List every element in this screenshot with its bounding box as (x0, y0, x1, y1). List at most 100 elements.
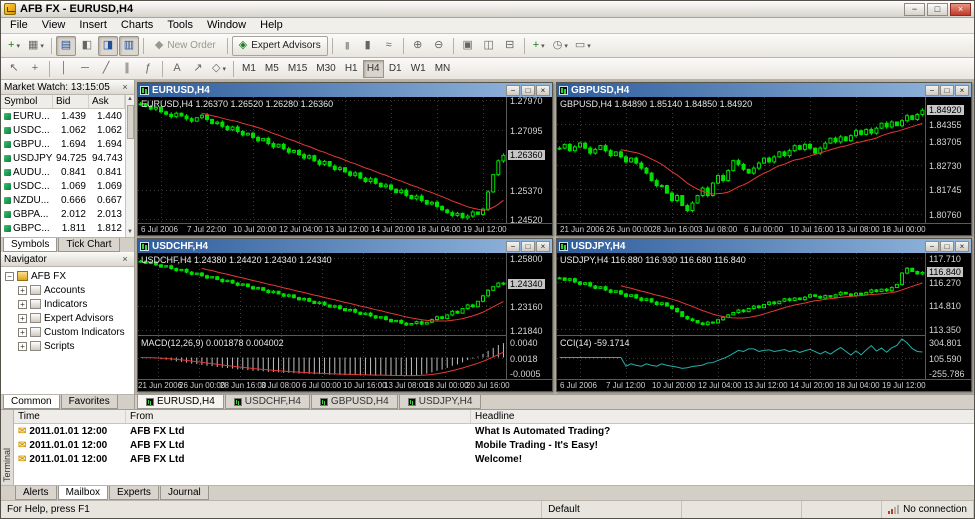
indicator-area[interactable]: CCI(14) -59.1714 (557, 335, 925, 379)
chart-minimize-button[interactable]: − (506, 85, 520, 96)
tab-common[interactable]: Common (3, 395, 60, 409)
chart-titlebar[interactable]: GBPUSD,H4 − □ × (557, 83, 971, 97)
timeframe-m5-button[interactable]: M5 (261, 60, 283, 78)
mail-row[interactable]: ✉2011.01.01 12:00 AFB FX Ltd Welcome! (14, 452, 974, 466)
chart-close-button[interactable]: × (955, 85, 969, 96)
plot-area[interactable]: USDJPY,H4 116.880 116.930 116.680 116.84… (557, 253, 925, 335)
tab-experts[interactable]: Experts (109, 486, 159, 500)
scroll-down-icon[interactable]: ▼ (127, 228, 133, 237)
chart-titlebar[interactable]: EURUSD,H4 − □ × (138, 83, 552, 97)
symbol-row[interactable]: GBPU...1.6941.694 (1, 137, 125, 151)
expert-advisors-button[interactable]: ◈Expert Advisors (232, 36, 328, 56)
indicator-area[interactable]: MACD(12,26,9) 0.001878 0.004002 (138, 335, 506, 379)
menu-file[interactable]: File (3, 18, 35, 33)
tree-item-root[interactable]: −AFB FX (1, 269, 134, 283)
menu-view[interactable]: View (35, 18, 73, 33)
chart-minimize-button[interactable]: − (925, 241, 939, 252)
menu-tools[interactable]: Tools (160, 18, 200, 33)
symbol-row[interactable]: NZDU...0.6660.667 (1, 193, 125, 207)
chart-window-usdchf[interactable]: USDCHF,H4 − □ × USDCHF,H4 1.24380 1.2442… (137, 238, 553, 392)
chart-window-usdjpy[interactable]: USDJPY,H4 − □ × USDJPY,H4 116.880 116.93… (556, 238, 972, 392)
expand-icon[interactable]: + (18, 342, 27, 351)
arrow-tool-button[interactable]: ↗ (188, 59, 208, 79)
time-axis[interactable]: 6 Jul 20067 Jul 22:0010 Jul 20:0012 Jul … (138, 223, 552, 235)
tree-item-scripts[interactable]: +Scripts (1, 339, 134, 353)
expand-icon[interactable]: + (18, 328, 27, 337)
expand-icon[interactable]: + (18, 314, 27, 323)
column-ask[interactable]: Ask (89, 95, 125, 108)
shapes-tool-button[interactable]: ◇▾ (209, 59, 229, 79)
chart-restore-button[interactable]: □ (521, 85, 535, 96)
timeframe-m30-button[interactable]: M30 (312, 60, 339, 78)
text-tool-button[interactable]: A (167, 59, 187, 79)
chart-close-button[interactable]: × (955, 241, 969, 252)
chart-titlebar[interactable]: USDCHF,H4 − □ × (138, 239, 552, 253)
chart-titlebar[interactable]: USDJPY,H4 − □ × (557, 239, 971, 253)
tree-item-custom-indicators[interactable]: +Custom Indicators (1, 325, 134, 339)
tab-tick-chart[interactable]: Tick Chart (58, 238, 119, 252)
timeframe-d1-button[interactable]: D1 (385, 60, 406, 78)
tab-symbols[interactable]: Symbols (3, 238, 57, 252)
chart-close-button[interactable]: × (536, 85, 550, 96)
tile-vertically-button[interactable]: ⊟ (500, 36, 520, 56)
tab-mailbox[interactable]: Mailbox (58, 486, 108, 500)
tile-horizontally-button[interactable]: ◫ (479, 36, 499, 56)
indicators-button[interactable]: +▾ (529, 36, 549, 56)
symbol-row[interactable]: EURU...1.4391.440 (1, 109, 125, 123)
trendline-tool-button[interactable]: ╱ (96, 59, 116, 79)
line-chart-button[interactable]: ≈ (379, 36, 399, 56)
expand-icon[interactable]: + (18, 286, 27, 295)
chart-restore-button[interactable]: □ (940, 85, 954, 96)
column-bid[interactable]: Bid (53, 95, 89, 108)
chart-minimize-button[interactable]: − (506, 241, 520, 252)
column-time[interactable]: Time (14, 410, 126, 423)
symbol-row[interactable]: USDC...1.0621.062 (1, 123, 125, 137)
tree-item-accounts[interactable]: +Accounts (1, 283, 134, 297)
market-watch-scrollbar[interactable]: ▲ ▼ (125, 95, 134, 237)
tree-item-indicators[interactable]: +Indicators (1, 297, 134, 311)
menu-insert[interactable]: Insert (72, 18, 114, 33)
chart-close-button[interactable]: × (536, 241, 550, 252)
close-icon[interactable]: × (119, 254, 131, 264)
mail-row[interactable]: ✉2011.01.01 12:00 AFB FX Ltd What Is Aut… (14, 424, 974, 438)
symbol-row[interactable]: USDJPY94.72594.743 (1, 151, 125, 165)
vertical-line-tool-button[interactable]: │ (54, 59, 74, 79)
chart-tab-eurusd[interactable]: EURUSD,H4 (137, 395, 224, 409)
mail-row[interactable]: ✉2011.01.01 12:00 AFB FX Ltd Mobile Trad… (14, 438, 974, 452)
market-watch-toggle[interactable]: ▤ (56, 36, 76, 56)
plot-area[interactable]: GBPUSD,H4 1.84890 1.85140 1.84850 1.8492… (557, 97, 925, 223)
chart-tab-gbpusd[interactable]: GBPUSD,H4 (311, 395, 398, 409)
price-scale[interactable]: 117.710116.270114.810113.350116.840304.8… (925, 253, 971, 379)
menu-window[interactable]: Window (200, 18, 253, 33)
time-axis[interactable]: 21 Jun 200626 Jun 00:0028 Jun 16:003 Jul… (557, 223, 971, 235)
scroll-up-icon[interactable]: ▲ (127, 95, 133, 104)
symbol-row[interactable]: USDC...1.0691.069 (1, 179, 125, 193)
chart-window-eurusd[interactable]: EURUSD,H4 − □ × EURUSD,H4 1.26370 1.2652… (137, 82, 553, 236)
symbol-row[interactable]: GBPC...1.8111.812 (1, 221, 125, 235)
titlebar[interactable]: AFB FX - EURUSD,H4 − □ × (1, 1, 974, 18)
zoom-out-button[interactable]: ⊖ (429, 36, 449, 56)
timeframe-m1-button[interactable]: M1 (238, 60, 260, 78)
column-symbol[interactable]: Symbol (1, 95, 53, 108)
new-order-button[interactable]: ◆New Order (148, 36, 223, 56)
cascade-windows-button[interactable]: ▣ (458, 36, 478, 56)
candlestick-chart-button[interactable]: ▮ (358, 36, 378, 56)
status-profile[interactable]: Default (542, 501, 682, 518)
market-watch-header[interactable]: Market Watch: 13:15:05 × (1, 80, 134, 95)
navigator-toggle[interactable]: ◨ (98, 36, 118, 56)
chart-minimize-button[interactable]: − (925, 85, 939, 96)
data-window-toggle[interactable]: ◧ (77, 36, 97, 56)
navigator-header[interactable]: Navigator × (1, 252, 134, 267)
collapse-icon[interactable]: − (5, 272, 14, 281)
tree-item-expert-advisors[interactable]: +Expert Advisors (1, 311, 134, 325)
symbol-row[interactable]: GBPA...2.0122.013 (1, 207, 125, 221)
timeframe-m15-button[interactable]: M15 (284, 60, 311, 78)
chart-restore-button[interactable]: □ (521, 241, 535, 252)
profiles-button[interactable]: ▦▾ (25, 36, 47, 56)
plot-area[interactable]: USDCHF,H4 1.24380 1.24420 1.24340 1.2434… (138, 253, 506, 335)
time-axis[interactable]: 6 Jul 20067 Jul 12:0010 Jul 20:0012 Jul … (557, 379, 971, 391)
price-scale[interactable]: 1.843551.837051.827301.817451.807601.849… (925, 97, 971, 223)
new-chart-button[interactable]: +▾ (4, 36, 24, 56)
zoom-in-button[interactable]: ⊕ (408, 36, 428, 56)
time-axis[interactable]: 21 Jun 200626 Jun 00:0028 Jun 16:003 Jul… (138, 379, 552, 391)
